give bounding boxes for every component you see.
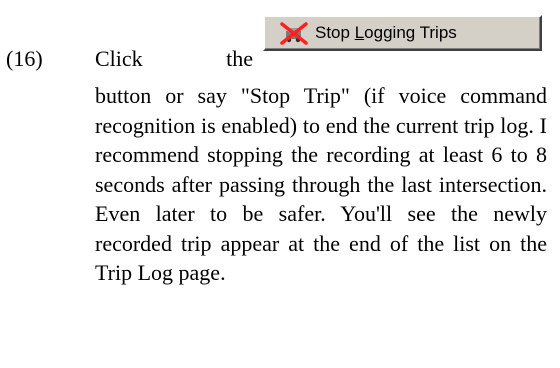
instruction-first-line: Click the [95, 46, 253, 72]
the-word: the [226, 46, 253, 71]
stop-trip-icon [280, 22, 308, 45]
step-number: (16) [6, 46, 43, 71]
click-word: Click [95, 46, 143, 71]
accelerator-key: L [354, 23, 365, 42]
instruction-body: button or say "Stop Trip" (if voice comm… [95, 83, 547, 285]
button-label: Stop Logging Trips [315, 23, 457, 42]
stop-logging-trips-button[interactable]: Stop Logging Trips [263, 15, 542, 51]
